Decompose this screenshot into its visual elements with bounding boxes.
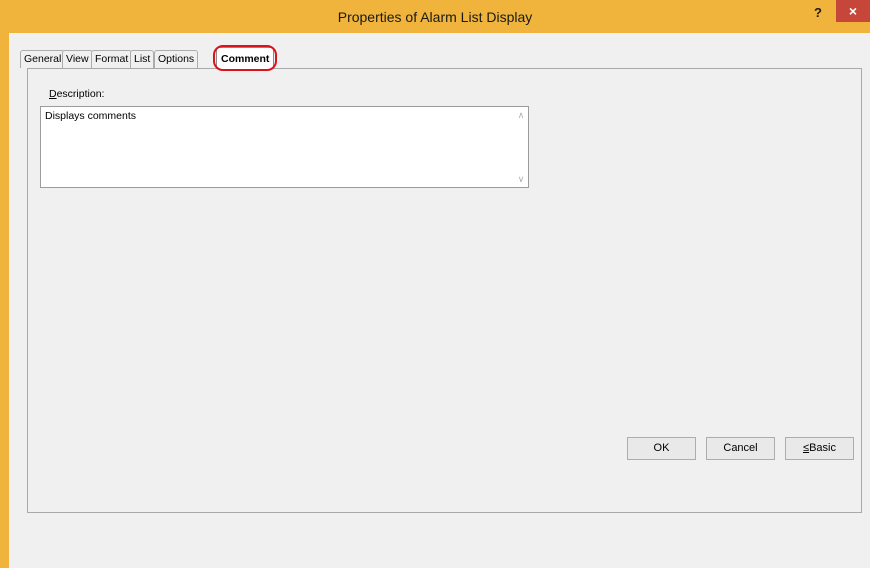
basic-button[interactable]: ≤Basic xyxy=(785,437,854,460)
description-textarea[interactable]: Displays comments ∧ ∨ xyxy=(40,106,529,188)
tab-general[interactable]: General xyxy=(20,50,66,68)
description-label-accesskey: D xyxy=(49,88,57,100)
window-title: Properties of Alarm List Display xyxy=(337,9,533,25)
dialog-window: Properties of Alarm List Display ? × Gen… xyxy=(0,0,870,568)
tab-view[interactable]: View xyxy=(62,50,93,68)
tab-format[interactable]: Format xyxy=(91,50,133,68)
scroll-up-arrow-icon[interactable]: ∧ xyxy=(516,110,526,120)
description-label: Description: xyxy=(49,88,104,100)
description-value: Displays comments xyxy=(45,110,137,122)
close-button[interactable]: × xyxy=(836,0,870,22)
cancel-button[interactable]: Cancel xyxy=(706,437,775,460)
ok-button[interactable]: OK xyxy=(627,437,696,460)
scroll-down-arrow-icon[interactable]: ∨ xyxy=(516,174,526,184)
active-tab-highlight-ring xyxy=(213,45,277,71)
dialog-client-area: General View Format List Options Comment… xyxy=(9,33,870,568)
tab-options[interactable]: Options xyxy=(154,50,199,68)
title-bar: Properties of Alarm List Display ? × xyxy=(0,0,870,33)
help-button[interactable]: ? xyxy=(803,4,833,24)
basic-button-label: Basic xyxy=(809,442,836,454)
description-label-text: escription: xyxy=(56,88,105,100)
tab-list[interactable]: List xyxy=(130,50,155,68)
